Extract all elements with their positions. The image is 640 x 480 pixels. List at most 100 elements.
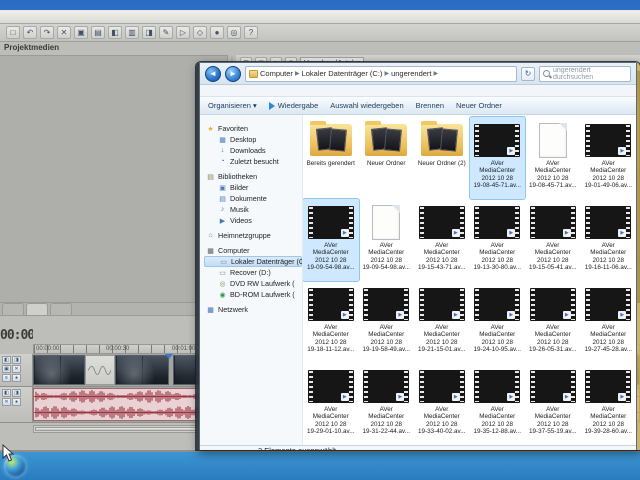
command-button[interactable]: Organisieren ▾: [208, 101, 257, 110]
command-button[interactable]: Auswahl wiedergeben: [330, 101, 403, 110]
track-button[interactable]: ◧: [2, 356, 11, 364]
file-item[interactable]: ▶ AVerMediaCenter2012 10 2819-08-45-71.a…: [468, 116, 526, 200]
editor-toolbar-icon[interactable]: ▤: [91, 26, 105, 39]
nav-item-icon: ▣: [219, 184, 226, 192]
file-item[interactable]: ▶ AVer MediaCenter 2012 10 28 19-29-01-10.a…: [303, 363, 359, 445]
file-item[interactable]: ▶ AVer MediaCenter 2012 10 28 19-31-22-44.a…: [359, 363, 415, 445]
breadcrumb-item[interactable]: ungerendert ▶: [391, 69, 438, 78]
command-button[interactable]: Brennen: [416, 101, 444, 110]
video-event-gap[interactable]: [85, 355, 115, 385]
command-button[interactable]: Neuer Ordner: [456, 101, 502, 110]
folder-icon: [309, 121, 352, 156]
nav-item[interactable]: ▣ Bilder: [204, 182, 302, 193]
nav-item[interactable]: ▦ Desktop: [204, 134, 302, 145]
file-item[interactable]: ▶ AVer MediaCenter 2012 10 28 19-16-11-06.a…: [581, 199, 637, 281]
breadcrumb-item[interactable]: Lokaler Datenträger (C:) ▶: [302, 69, 390, 78]
track-button[interactable]: ●: [12, 398, 21, 406]
editor-toolbar-icon[interactable]: ◇: [193, 26, 207, 39]
track-button[interactable]: ◨: [12, 356, 21, 364]
video-file-icon: ▶: [585, 123, 632, 157]
file-item[interactable]: ▶ AVerMediaCenter2012 10 2819-08-45-71.a…: [525, 117, 581, 199]
address-bar[interactable]: Computer ▶ Lokaler Datenträger (C:) ▶ ungere…: [245, 65, 517, 82]
file-item[interactable]: ▶ AVer MediaCenter 2012 10 28 19-27-45-28.a…: [581, 281, 637, 363]
editor-toolbar-icon[interactable]: ▷: [176, 26, 190, 39]
file-item[interactable]: ▶ AVerMediaCenter2012 10 2819-09-54-98.a…: [303, 198, 360, 282]
nav-item[interactable]: ◎ DVD RW Laufwerk (: [204, 278, 302, 289]
track-button[interactable]: ✕: [2, 398, 11, 406]
file-label: AVer MediaCenter 2012 10 28 19-08-45-71.av.…: [529, 160, 577, 190]
project-media-panel[interactable]: [0, 55, 228, 303]
file-item[interactable]: ▶ AVer MediaCenter 2012 10 28 19-19-58-49.a…: [359, 281, 415, 363]
file-item[interactable]: ▶ AVer MediaCenter 2012 10 28 19-15-43-71.a…: [414, 199, 470, 281]
file-item[interactable]: ▶ AVer MediaCenter 2012 10 28 19-01-49-06.a…: [581, 117, 637, 199]
track-button[interactable]: ▣: [2, 365, 11, 373]
file-item[interactable]: ▶ AVer MediaCenter 2012 10 28 19-21-15-01.a…: [414, 281, 470, 363]
file-item[interactable]: ▶ AVer MediaCenter 2012 10 28 19-35-12-88.a…: [470, 363, 526, 445]
file-item[interactable]: ▶ AVer MediaCenter 2012 10 28 19-26-05-31.a…: [525, 281, 581, 363]
nav-item[interactable]: ▶ Videos: [204, 215, 302, 226]
editor-toolbar-icon[interactable]: ✎: [159, 26, 173, 39]
file-item[interactable]: ▶ AVer MediaCenter 2012 10 28 19-33-40-02.a…: [414, 363, 470, 445]
video-event-2[interactable]: [115, 355, 169, 385]
track-button[interactable]: ◧: [2, 389, 11, 397]
editor-toolbar-icon[interactable]: ↷: [40, 26, 54, 39]
nav-item[interactable]: ⌂ Heimnetzgruppe: [204, 230, 302, 241]
file-item[interactable]: ▶ AVer MediaCenter 2012 10 28 19-39-28-60.a…: [581, 363, 637, 445]
track-button[interactable]: ≡: [2, 374, 11, 382]
track-button[interactable]: ◨: [12, 389, 21, 397]
dock-tab[interactable]: [26, 303, 48, 315]
editor-toolbar-icon[interactable]: ▥: [125, 26, 139, 39]
dock-tab[interactable]: [50, 303, 72, 315]
track-button[interactable]: ●: [12, 374, 21, 382]
track-button[interactable]: ✕: [12, 365, 21, 373]
file-label: Bereits gerendert: [306, 160, 355, 167]
nav-item[interactable]: ▤ Dokumente: [204, 193, 302, 204]
nav-item[interactable]: ★ Favoriten: [204, 123, 302, 134]
editor-toolbar-icon[interactable]: ▣: [74, 26, 88, 39]
editor-toolbar-icon[interactable]: ◎: [227, 26, 241, 39]
video-file-icon: ▶: [529, 369, 576, 403]
nav-item[interactable]: ◔ Zuletzt besucht: [204, 156, 302, 167]
refresh-button[interactable]: ↻: [521, 66, 535, 81]
nav-item-icon: ⌂: [208, 232, 213, 239]
editor-toolbar-icon[interactable]: ?: [244, 26, 258, 39]
nav-item[interactable]: ▭ Recover (D:): [204, 267, 302, 278]
file-label: Neuer Ordner: [367, 160, 406, 167]
editor-toolbar-icon[interactable]: ◨: [142, 26, 156, 39]
nav-item[interactable]: ▭ Lokaler Datenträger (C:): [204, 256, 302, 267]
file-label: Neuer Ordner (2): [417, 160, 466, 167]
file-item[interactable]: ▶ AVer MediaCenter 2012 10 28 19-18-11-12.a…: [303, 281, 359, 363]
file-item[interactable]: ▶ AVer MediaCenter 2012 10 28 19-37-55-19.a…: [525, 363, 581, 445]
forward-button[interactable]: ►: [225, 65, 241, 82]
breadcrumb-item[interactable]: Computer ▶: [260, 69, 300, 78]
nav-item[interactable]: ▦ Netzwerk: [204, 304, 302, 315]
editor-toolbar-icon[interactable]: ✕: [57, 26, 71, 39]
nav-item[interactable]: ◉ BD-ROM Laufwerk (: [204, 289, 302, 300]
back-button[interactable]: ◄: [205, 65, 221, 82]
editor-toolbar-icon[interactable]: □: [6, 26, 20, 39]
editor-toolbar-icon[interactable]: ↶: [23, 26, 37, 39]
file-item[interactable]: ▶ Neuer Ordner: [359, 117, 415, 199]
file-label: AVer MediaCenter 2012 10 28 19-21-15-01.av.…: [418, 324, 466, 354]
command-button[interactable]: Wiedergabe: [268, 101, 318, 110]
editor-toolbar-icon[interactable]: ●: [210, 26, 224, 39]
command-bar: Organisieren ▾ Wiedergabe Auswahl wieder…: [200, 97, 636, 115]
search-input[interactable]: ungerendert durchsuchen: [539, 65, 631, 82]
file-item[interactable]: ▶ AVerMediaCenter2012 10 2819-09-54-98.a…: [359, 199, 415, 281]
nav-item[interactable]: ▤ Bibliotheken: [204, 171, 302, 182]
video-event-1[interactable]: [33, 355, 85, 385]
video-file-icon: ▶: [585, 287, 632, 321]
nav-item[interactable]: ↓ Downloads: [204, 145, 302, 156]
file-item[interactable]: ▶ AVer MediaCenter 2012 10 28 19-15-05-41.a…: [525, 199, 581, 281]
editor-toolbar-icon[interactable]: ◧: [108, 26, 122, 39]
play-icon: [268, 101, 275, 110]
audio-track-header: ◧ ◨ ✕ ●: [0, 387, 33, 422]
file-item[interactable]: ▶ AVer MediaCenter 2012 10 28 19-13-30-80.a…: [470, 199, 526, 281]
nav-item[interactable]: ♪ Musik: [204, 204, 302, 215]
nav-item[interactable]: ▦ Computer: [204, 245, 302, 256]
dock-tab[interactable]: [2, 303, 24, 315]
file-item[interactable]: ▶ AVer MediaCenter 2012 10 28 19-24-10-95.a…: [470, 281, 526, 363]
start-button[interactable]: [4, 455, 26, 477]
file-item[interactable]: ▶ Neuer Ordner (2): [414, 117, 470, 199]
file-item[interactable]: ▶ Bereits gerendert: [303, 117, 359, 199]
